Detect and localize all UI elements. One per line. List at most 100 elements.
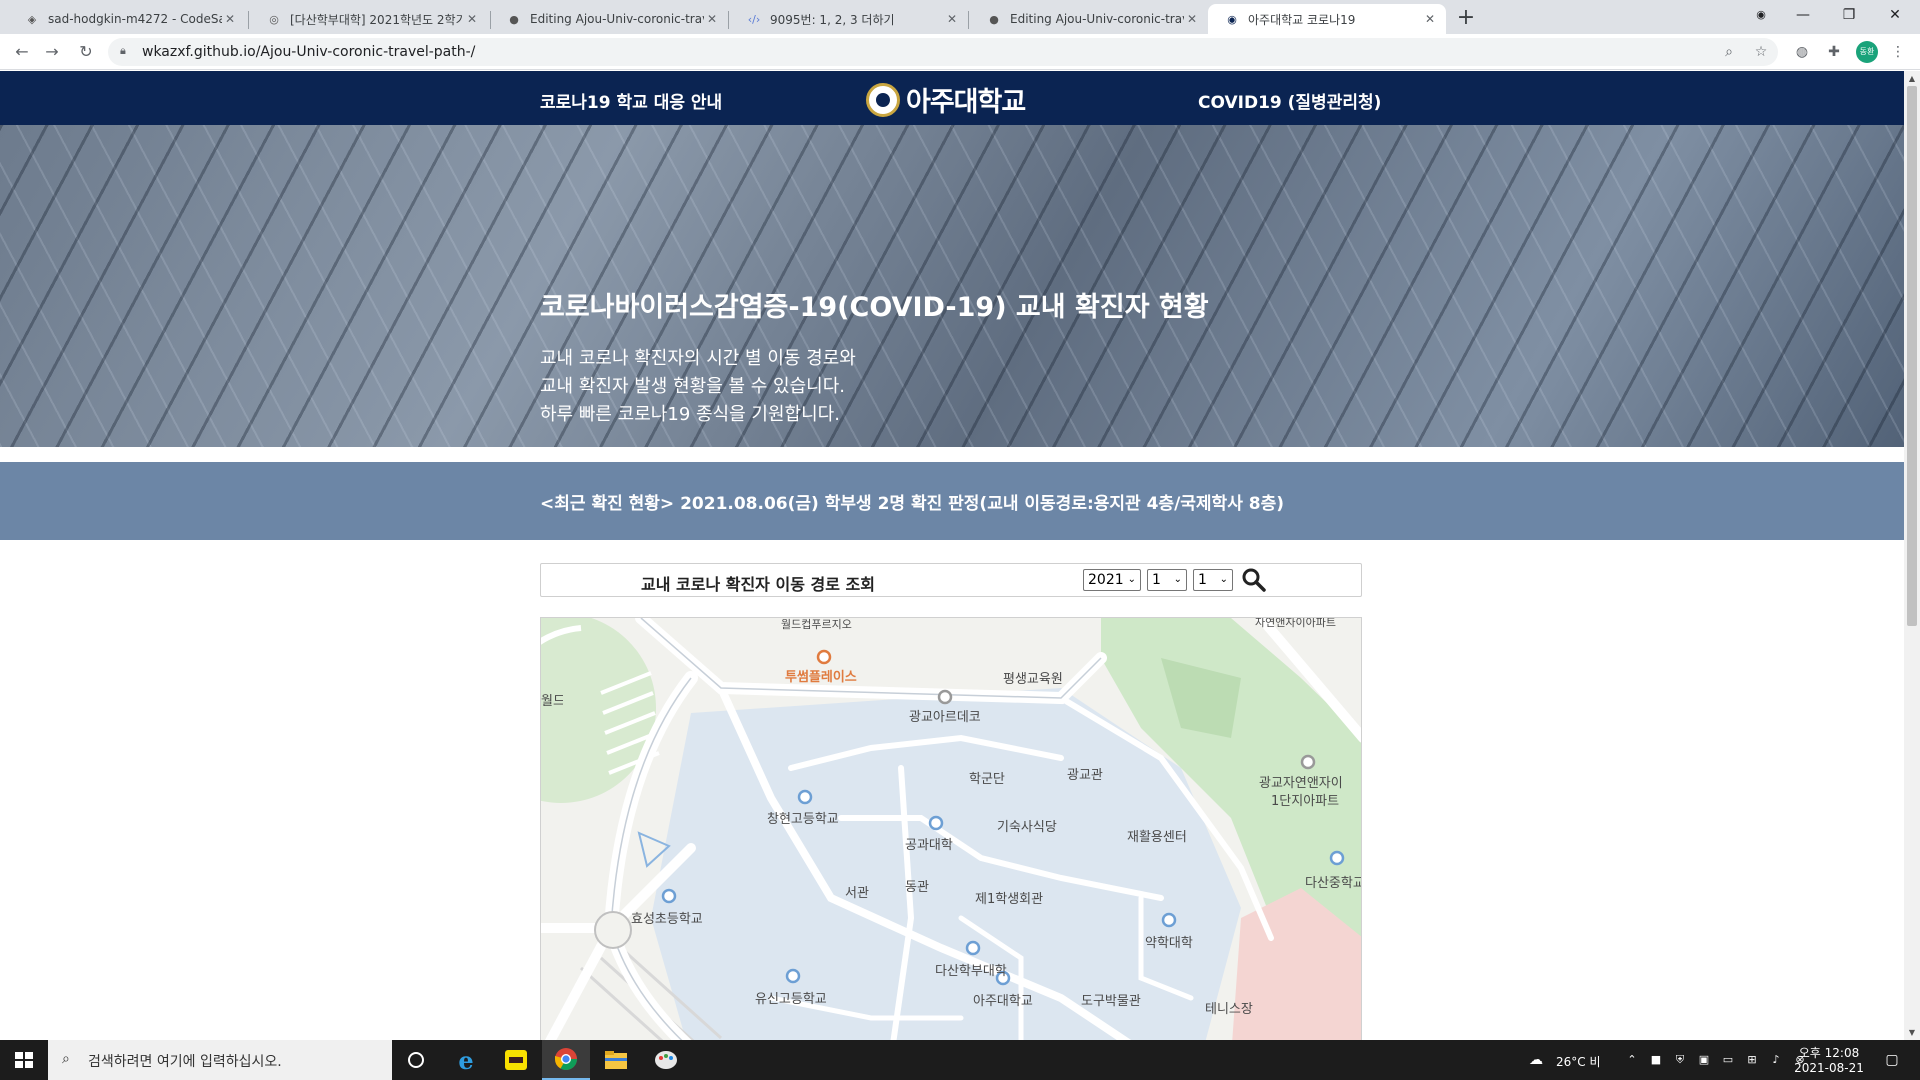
tray-app-icon[interactable]: ■ <box>1648 1052 1664 1068</box>
page-scrollbar[interactable]: ▲ ▼ <box>1904 71 1920 1040</box>
school-response-link[interactable]: 코로나19 학교 대응 안내 <box>540 88 722 113</box>
address-url[interactable]: wkazxf.github.io/Ajou-Univ-coronic-trave… <box>142 44 475 60</box>
paint-icon[interactable] <box>642 1040 690 1080</box>
year-value: 2021 <box>1088 572 1124 588</box>
day-select[interactable]: 1 ⌄ <box>1193 569 1233 591</box>
hero-banner: 코로나바이러스감염증-19(COVID-19) 교내 확진자 현황 교내 코로나… <box>0 125 1904 447</box>
hero-desc-line: 교내 코로나 확진자의 시간 별 이동 경로와 <box>540 348 856 369</box>
map-label: 1단지아파트 <box>1271 794 1340 809</box>
hero-description: 교내 코로나 확진자의 시간 별 이동 경로와 교내 확진자 발생 현황을 볼 … <box>540 345 856 429</box>
cortana-icon[interactable] <box>392 1040 440 1080</box>
chevron-down-icon: ⌄ <box>1219 574 1228 585</box>
ajou-icon: ◉ <box>1227 12 1237 26</box>
clock-date[interactable]: 2021-08-21 <box>1792 1061 1866 1075</box>
map-label: 평생교육원 <box>1003 672 1063 687</box>
tab-title: Editing Ajou-Univ-coronic-travel <box>530 12 704 26</box>
minimize-icon[interactable]: — <box>1780 0 1826 30</box>
extension-icon[interactable]: ◍ <box>1792 42 1812 62</box>
zoom-icon[interactable]: ⌕ <box>1720 43 1738 61</box>
internet-explorer-icon[interactable]: e <box>442 1040 490 1080</box>
browser-tab[interactable]: ‹/› 9095번: 1, 2, 3 더하기 ✕ <box>730 4 968 34</box>
browser-tab[interactable]: ◎ [다산학부대학] 2021학년도 2학기 ✕ <box>250 4 488 34</box>
close-icon[interactable]: ✕ <box>464 12 480 26</box>
tab-title: Editing Ajou-Univ-coronic-travel <box>1010 12 1184 26</box>
close-icon[interactable]: ✕ <box>222 12 238 26</box>
globe-icon: ◎ <box>269 12 279 26</box>
windows-taskbar: ⌕ 검색하려면 여기에 입력하십시오. e ☁ 26°C 비 ⌃ ■ ⛨ ▣ ▭… <box>0 1040 1920 1080</box>
close-window-icon[interactable]: ✕ <box>1872 0 1918 30</box>
tab-title: sad-hodgkin-m4272 - CodeSandbox <box>48 12 222 26</box>
tab-search-icon[interactable]: ◉ <box>1738 0 1784 30</box>
close-icon[interactable]: ✕ <box>1422 12 1438 26</box>
map-label: 효성초등학교 <box>631 912 703 927</box>
map-label: 제1학생회관 <box>975 892 1044 907</box>
map-label: 유신고등학교 <box>755 992 827 1007</box>
tab-title: 아주대학교 코로나19 <box>1248 12 1356 27</box>
chevron-down-icon: ⌄ <box>1127 574 1136 585</box>
network-icon[interactable]: ⊞ <box>1744 1052 1760 1068</box>
weather-rain-icon: ☁ <box>1529 1052 1543 1068</box>
forward-icon[interactable]: → <box>40 40 64 64</box>
month-select[interactable]: 1 ⌄ <box>1147 569 1187 591</box>
page-title: 코로나바이러스감염증-19(COVID-19) 교내 확진자 현황 <box>540 292 1209 323</box>
route-search-bar: 교내 코로나 확진자 이동 경로 조회 2021 ⌄ 1 ⌄ 1 ⌄ <box>540 563 1362 597</box>
close-icon[interactable]: ✕ <box>704 12 720 26</box>
back-icon[interactable]: ← <box>10 40 34 64</box>
volume-icon[interactable]: ♪ <box>1768 1052 1784 1068</box>
menu-kebab-icon[interactable]: ⋮ <box>1888 42 1908 62</box>
tray-chevron-icon[interactable]: ⌃ <box>1624 1052 1640 1068</box>
route-search-label: 교내 코로나 확진자 이동 경로 조회 <box>641 575 875 594</box>
restore-icon[interactable]: ❐ <box>1826 0 1872 30</box>
shield-icon[interactable]: ⛨ <box>1672 1052 1688 1068</box>
hero-desc-line: 하루 빠른 코로나19 종식을 기원합니다. <box>540 404 840 425</box>
ajou-logo[interactable]: 아주대학교 <box>866 80 1026 119</box>
notice-text: <최근 확진 현황> 2021.08.06(금) 학부생 2명 확진 판정(교내… <box>540 494 1284 514</box>
new-tab-button[interactable]: + <box>1452 5 1480 33</box>
map-label: 광교자연앤자이 <box>1259 776 1343 791</box>
clock-time[interactable]: 오후 12:08 <box>1796 1044 1862 1061</box>
page-viewport: 코로나19 학교 대응 안내 아주대학교 COVID19 (질병관리청) 코로나… <box>0 71 1904 1040</box>
browser-tab[interactable]: ● Editing Ajou-Univ-coronic-travel ✕ <box>490 4 728 34</box>
puzzle-icon[interactable]: ✚ <box>1824 42 1844 62</box>
file-explorer-icon[interactable] <box>592 1040 640 1080</box>
map-label: 월드컵 <box>541 694 563 709</box>
bookmark-star-icon[interactable]: ☆ <box>1752 43 1770 61</box>
map-label: 테니스장 <box>1205 1002 1253 1017</box>
site-header: 코로나19 학교 대응 안내 아주대학교 COVID19 (질병관리청) <box>0 71 1904 125</box>
map-label: 광교관 <box>1067 768 1103 783</box>
chrome-icon[interactable] <box>542 1040 590 1080</box>
scroll-up-icon[interactable]: ▲ <box>1904 71 1920 86</box>
address-bar[interactable]: 🔒︎ wkazxf.github.io/Ajou-Univ-coronic-tr… <box>108 38 1778 66</box>
ajou-seal-icon <box>866 82 900 117</box>
browser-tab[interactable]: ◈ sad-hodgkin-m4272 - CodeSandbox ✕ <box>8 4 246 34</box>
profile-avatar[interactable]: 동환 <box>1856 41 1878 63</box>
map-label: 다산학부대학 <box>935 964 1007 979</box>
map-label: 기숙사식당 <box>997 820 1057 835</box>
map-label: 재활용센터 <box>1127 830 1187 845</box>
campus-map[interactable]: 월드컵푸르지오 투썸플레이스 평생교육원 광교아르데코 월드컵 학군단 광교관 … <box>540 617 1362 1040</box>
map-label: 동관 <box>905 880 929 895</box>
battery-icon[interactable]: ▭ <box>1720 1052 1736 1068</box>
notification-icon[interactable]: ▢ <box>1884 1052 1900 1068</box>
scroll-down-icon[interactable]: ▼ <box>1904 1025 1920 1040</box>
close-icon[interactable]: ✕ <box>1184 12 1200 26</box>
close-icon[interactable]: ✕ <box>944 12 960 26</box>
map-label: 다산중학교 <box>1305 876 1362 891</box>
taskbar-search-placeholder: 검색하려면 여기에 입력하십시오. <box>88 1054 282 1070</box>
search-icon[interactable] <box>1241 567 1267 593</box>
kakaotalk-icon[interactable] <box>492 1040 540 1080</box>
browser-tab[interactable]: ● Editing Ajou-Univ-coronic-travel ✕ <box>970 4 1208 34</box>
scrollbar-thumb[interactable] <box>1907 86 1917 626</box>
reload-icon[interactable]: ↻ <box>74 40 98 64</box>
tab-title: 9095번: 1, 2, 3 더하기 <box>770 12 895 27</box>
map-label: 자연앤자이아파트 <box>1255 617 1336 629</box>
map-label: 창현고등학교 <box>767 812 839 827</box>
browser-tab-active[interactable]: ◉ 아주대학교 코로나19 ✕ <box>1208 4 1446 34</box>
year-select[interactable]: 2021 ⌄ <box>1083 569 1141 591</box>
tray-chat-icon[interactable]: ▣ <box>1696 1052 1712 1068</box>
weather-text[interactable]: 26°C 비 <box>1556 1053 1601 1070</box>
kdca-link[interactable]: COVID19 (질병관리청) <box>1198 88 1381 113</box>
taskbar-search-box[interactable]: ⌕ 검색하려면 여기에 입력하십시오. <box>48 1040 392 1080</box>
map-label: 광교아르데코 <box>909 710 981 725</box>
windows-start-icon[interactable] <box>0 1040 48 1080</box>
